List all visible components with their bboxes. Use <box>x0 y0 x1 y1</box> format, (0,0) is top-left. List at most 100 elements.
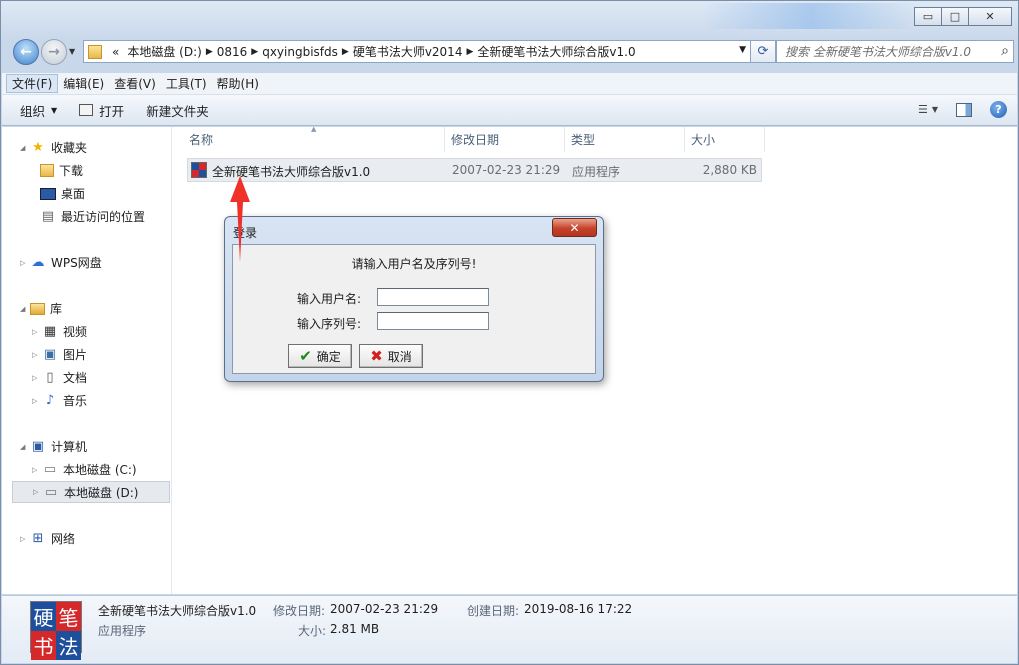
menu-tools[interactable]: 工具(T) <box>161 75 212 92</box>
file-size: 2,880 KB <box>702 163 757 177</box>
breadcrumb-current[interactable]: 全新硬笔书法大师综合版v1.0 <box>477 43 635 60</box>
nav-computer[interactable]: ◢ ▣ 计算机 <box>20 438 87 455</box>
icon-char: 笔 <box>56 602 81 631</box>
nav-recent[interactable]: ▤ 最近访问的位置 <box>40 208 145 225</box>
nav-label: 文档 <box>63 371 88 385</box>
downloads-icon <box>40 164 54 177</box>
expand-icon[interactable]: ◢ <box>20 144 30 152</box>
nav-documents[interactable]: ▷ ▯ 文档 <box>32 369 87 386</box>
serial-field[interactable] <box>377 312 489 330</box>
nav-drive-c[interactable]: ▷ ▭ 本地磁盘 (C:) <box>32 461 137 478</box>
refresh-button[interactable]: ⟳ <box>750 40 776 63</box>
document-icon: ▯ <box>46 370 54 385</box>
new-folder-label: 新建文件夹 <box>146 103 209 119</box>
nav-favorites[interactable]: ◢ ★ 收藏夹 <box>20 139 87 156</box>
cloud-icon: ☁ <box>31 255 45 270</box>
menu-help[interactable]: 帮助(H) <box>212 75 264 92</box>
expand-icon[interactable]: ▷ <box>33 488 43 496</box>
nav-label: 最近访问的位置 <box>61 210 146 224</box>
column-size[interactable]: 大小 <box>685 127 765 152</box>
expand-icon[interactable]: ▷ <box>20 259 30 267</box>
maximize-button[interactable]: □ <box>941 7 969 26</box>
breadcrumb-drive-d[interactable]: 本地磁盘 (D:) <box>127 43 201 60</box>
search-input[interactable]: 搜索 全新硬笔书法大师综合版v1.0 ⌕ <box>776 40 1014 63</box>
menu-file[interactable]: 文件(F) <box>6 74 59 93</box>
chevron-right-icon[interactable]: ▶ <box>206 47 213 57</box>
breadcrumb-0816[interactable]: 0816 <box>217 45 248 59</box>
menu-view[interactable]: 查看(V) <box>109 75 161 92</box>
close-button[interactable]: ✕ <box>968 7 1012 26</box>
nav-wps[interactable]: ▷ ☁ WPS网盘 <box>20 254 102 271</box>
back-button[interactable]: ← <box>13 39 39 65</box>
breadcrumb-v2014[interactable]: 硬笔书法大师v2014 <box>353 43 463 60</box>
dialog-close-button[interactable]: ✕ <box>552 218 597 237</box>
library-icon <box>30 302 45 315</box>
column-type[interactable]: 类型 <box>565 127 685 152</box>
ok-button[interactable]: ✔ 确定 <box>288 344 352 368</box>
column-modified[interactable]: 修改日期 <box>445 127 565 152</box>
chevron-right-icon[interactable]: ▶ <box>342 47 349 57</box>
expand-icon[interactable]: ▷ <box>20 535 30 543</box>
column-name[interactable]: 名称 <box>183 127 445 152</box>
expand-icon[interactable]: ▷ <box>32 374 42 382</box>
title-blur <box>701 3 921 29</box>
chevron-down-icon: ▼ <box>51 105 58 115</box>
computer-icon: ▣ <box>31 439 45 454</box>
details-size-label: 大小: <box>298 624 327 638</box>
breadcrumb-qxyingbisfds[interactable]: qxyingbisfds <box>262 45 338 59</box>
expand-icon[interactable]: ▷ <box>32 397 42 405</box>
nav-label: 计算机 <box>51 440 88 454</box>
nav-label: 网络 <box>51 532 76 546</box>
chevron-right-icon[interactable]: ▶ <box>466 47 473 57</box>
expand-icon[interactable]: ▷ <box>32 351 42 359</box>
address-row: ← → ▼ « 本地磁盘 (D:) ▶ 0816 ▶ qxyingbisfds … <box>9 37 1014 67</box>
open-icon <box>79 104 94 116</box>
view-dropdown-icon[interactable]: ▼ <box>932 105 938 114</box>
address-bar[interactable]: « 本地磁盘 (D:) ▶ 0816 ▶ qxyingbisfds ▶ 硬笔书法… <box>83 40 773 63</box>
open-label: 打开 <box>99 103 125 119</box>
history-dropdown-icon[interactable]: ▼ <box>69 47 75 56</box>
title-bar: ▭ □ ✕ <box>1 1 1018 35</box>
details-pane: 硬 笔 书 法 全新硬笔书法大师综合版v1.0 应用程序 修改日期: 2007-… <box>2 595 1017 663</box>
window-controls: ▭ □ ✕ <box>914 7 1012 26</box>
address-overflow[interactable]: « <box>112 45 119 59</box>
chevron-right-icon[interactable]: ▶ <box>251 47 258 57</box>
expand-icon[interactable]: ▷ <box>32 328 42 336</box>
expand-icon[interactable]: ▷ <box>32 466 42 474</box>
nav-label: 桌面 <box>61 187 86 201</box>
view-options-icon[interactable]: ☰ <box>918 103 928 116</box>
nav-drive-d[interactable]: ▷ ▭ 本地磁盘 (D:) <box>12 481 170 503</box>
serial-label: 输入序列号: <box>297 317 362 331</box>
check-icon: ✔ <box>299 347 312 365</box>
nav-videos[interactable]: ▷ ▦ 视频 <box>32 323 87 340</box>
cancel-button[interactable]: ✖ 取消 <box>359 344 423 368</box>
app-large-icon: 硬 笔 书 法 <box>30 601 82 660</box>
search-icon[interactable]: ⌕ <box>1001 43 1009 59</box>
preview-pane-icon[interactable] <box>956 102 972 117</box>
annotation-arrow-icon <box>230 176 250 262</box>
username-field[interactable] <box>377 288 489 306</box>
open-button[interactable]: 打开 <box>79 101 124 120</box>
new-folder-button[interactable]: 新建文件夹 <box>146 101 209 120</box>
nav-desktop[interactable]: 桌面 <box>40 185 85 202</box>
organize-button[interactable]: 组织 ▼ <box>20 101 57 120</box>
file-row[interactable]: 全新硬笔书法大师综合版v1.0 2007-02-23 21:29 应用程序 2,… <box>187 158 762 182</box>
network-icon: ⊞ <box>32 531 44 546</box>
minimize-button[interactable]: ▭ <box>914 7 942 26</box>
nav-downloads[interactable]: 下载 <box>40 162 83 179</box>
menu-edit[interactable]: 编辑(E) <box>58 75 109 92</box>
nav-libraries[interactable]: ◢ 库 <box>20 300 62 317</box>
expand-icon[interactable]: ◢ <box>20 305 30 313</box>
app-icon <box>191 162 207 178</box>
folder-icon <box>88 44 102 59</box>
expand-icon[interactable]: ◢ <box>20 443 30 451</box>
nav-music[interactable]: ▷ ♪ 音乐 <box>32 392 87 409</box>
icon-char: 硬 <box>31 602 56 631</box>
details-kind: 应用程序 <box>98 624 147 638</box>
nav-network[interactable]: ▷ ⊞ 网络 <box>20 530 75 547</box>
forward-button[interactable]: → <box>41 39 67 65</box>
help-icon[interactable]: ? <box>990 101 1007 118</box>
nav-pictures[interactable]: ▷ ▣ 图片 <box>32 346 87 363</box>
file-modified: 2007-02-23 21:29 <box>452 163 561 177</box>
address-dropdown-icon[interactable]: ▼ <box>739 45 746 55</box>
